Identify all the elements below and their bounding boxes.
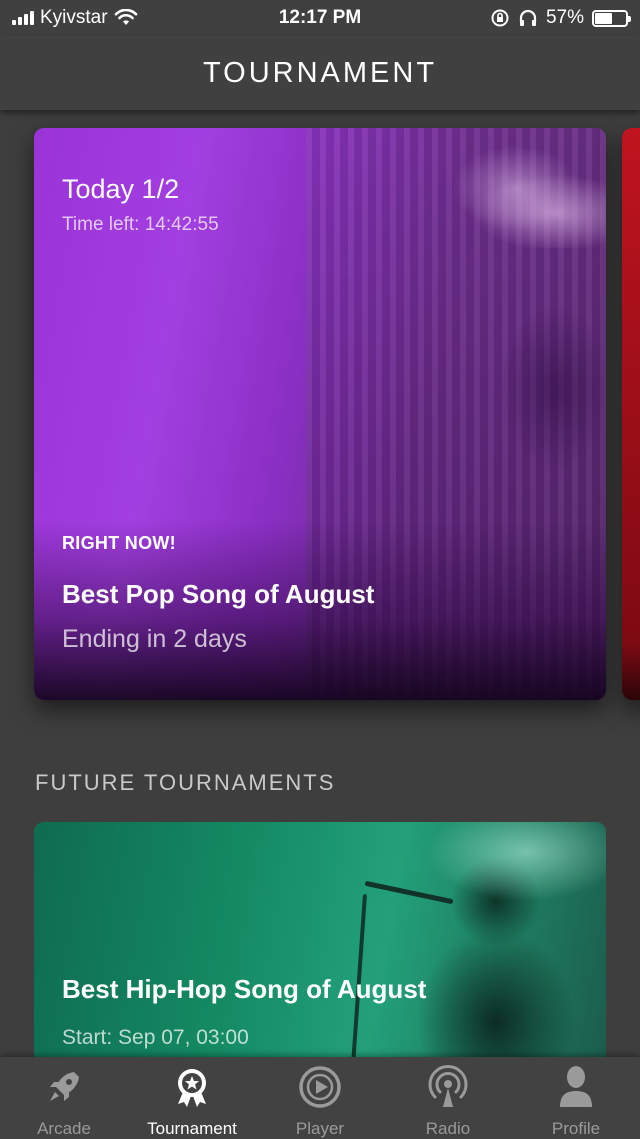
play-circle-icon [297,1065,343,1109]
headphones-icon [519,9,537,26]
future-tournament-start: Start: Sep 07, 03:00 [62,1026,249,1049]
page-title: TOURNAMENT [202,56,438,89]
award-icon [169,1065,215,1109]
nav-header: TOURNAMENT [0,36,640,110]
tournament-title: Best Pop Song of August [62,579,375,609]
future-tournaments-heading: FUTURE TOURNAMENTS [35,770,336,795]
tab-bar: Arcade Tournament Player Radio Profile [0,1057,640,1139]
radio-broadcast-icon [425,1065,471,1109]
tab-profile[interactable]: Profile [512,1057,640,1139]
time-left: Time left: 14:42:55 [62,214,219,235]
rapper-photo [346,822,606,1082]
tab-label: Tournament [147,1119,237,1138]
status-bar: Kyivstar 12:17 PM 57% [0,0,640,36]
tournament-ending: Ending in 2 days [62,625,247,653]
next-tournament-card[interactable] [622,128,640,700]
tab-label: Profile [551,1119,601,1138]
battery-icon [592,9,631,27]
battery-fill [595,12,613,24]
status-right: 57% [490,7,631,29]
battery-percent: 57% [545,7,584,28]
future-tournament-title: Best Hip-Hop Song of August [62,974,427,1004]
tab-label: Player [295,1119,345,1138]
tab-label: Arcade [37,1119,91,1138]
tab-arcade[interactable]: Arcade [0,1057,128,1139]
photo-highlight [456,128,606,248]
tab-player[interactable]: Player [256,1057,384,1139]
person-icon [553,1065,599,1109]
tab-tournament[interactable]: Tournament [128,1057,256,1139]
tab-radio[interactable]: Radio [384,1057,512,1139]
current-tournament-card[interactable]: Today 1/2 Time left: 14:42:55 RIGHT NOW!… [34,128,606,700]
future-tournament-card[interactable]: Best Hip-Hop Song of August Start: Sep 0… [34,822,606,1082]
rotation-lock-icon [491,9,509,27]
tab-label: Radio [425,1119,471,1138]
live-badge: RIGHT NOW! [62,533,176,553]
rocket-icon [41,1065,87,1109]
tournament-screen: Kyivstar 12:17 PM 57% TOURNAMENT Today 1… [0,0,640,1139]
tournament-day: Today 1/2 [62,174,180,204]
